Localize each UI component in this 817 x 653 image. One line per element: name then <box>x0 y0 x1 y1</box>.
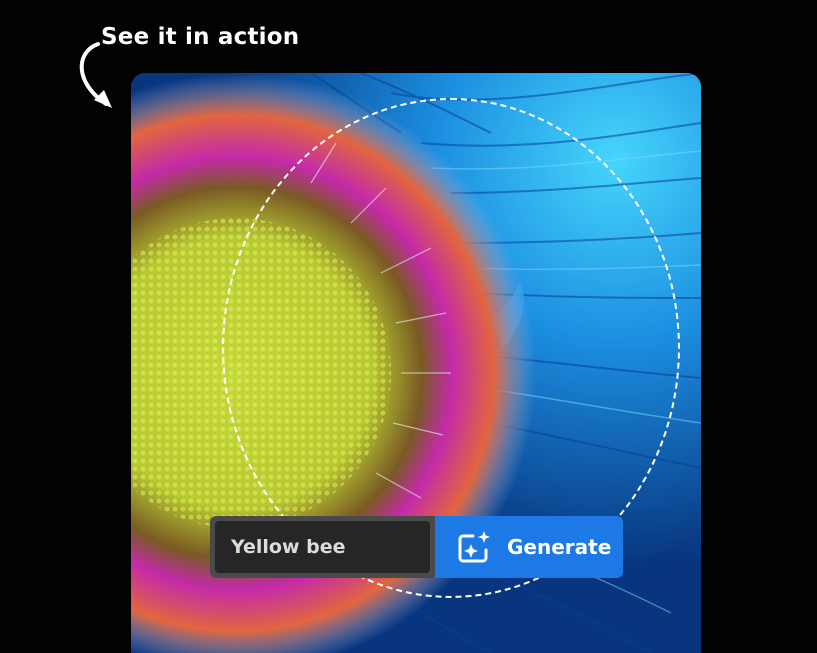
prompt-input[interactable] <box>215 521 430 573</box>
generate-button[interactable]: Generate <box>435 516 623 578</box>
prompt-bar: Generate <box>210 516 623 578</box>
section-heading: See it in action <box>101 24 300 50</box>
generate-label: Generate <box>507 535 612 559</box>
curved-arrow-icon <box>79 42 112 108</box>
magic-sparkle-icon <box>458 531 490 563</box>
